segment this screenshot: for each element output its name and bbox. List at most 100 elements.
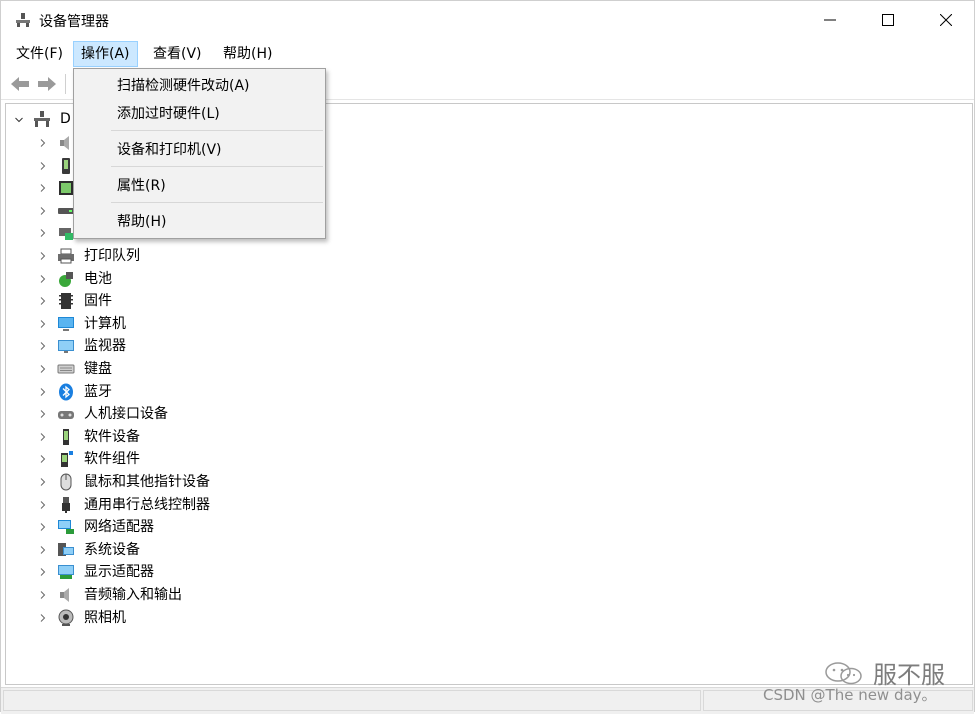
expand-chevron[interactable] <box>38 341 48 351</box>
menu-bar: 文件(F) 操作(A) 查看(V) 帮助(H) <box>1 40 974 68</box>
computer-icon <box>58 316 74 331</box>
expand-chevron[interactable] <box>38 432 48 442</box>
maximize-button[interactable] <box>859 1 917 39</box>
minimize-icon <box>824 19 836 21</box>
usb-icon <box>62 496 70 513</box>
tree-node-label[interactable]: 键盘 <box>84 359 112 379</box>
menu-separator <box>111 166 323 167</box>
menu-item-devices-and-printers[interactable]: 设备和打印机(V) <box>75 135 324 165</box>
watermark-credit: CSDN @The new day。 <box>763 686 937 704</box>
tree-node-label[interactable]: 蓝牙 <box>84 382 112 402</box>
menu-action[interactable]: 操作(A) <box>73 41 138 67</box>
back-button[interactable] <box>9 73 31 95</box>
maximize-icon <box>882 14 894 26</box>
expand-chevron[interactable] <box>38 613 48 623</box>
expand-chevron[interactable] <box>38 206 48 216</box>
status-pane-main <box>3 690 701 711</box>
expand-chevron[interactable] <box>38 274 48 284</box>
firmware-icon <box>59 293 73 310</box>
chevron-right-icon <box>40 478 46 486</box>
menu-item-properties[interactable]: 属性(R) <box>75 171 324 201</box>
chevron-right-icon <box>40 342 46 351</box>
menu-item-help[interactable]: 帮助(H) <box>75 207 324 237</box>
tree-node-label[interactable]: 软件设备 <box>84 427 140 447</box>
tree-root-label[interactable]: D <box>60 109 71 129</box>
tree-node-label[interactable]: 显示适配器 <box>84 562 154 582</box>
expand-chevron[interactable] <box>38 590 48 600</box>
expand-chevron[interactable] <box>38 545 48 555</box>
forward-arrow-icon <box>38 77 56 91</box>
expand-chevron[interactable] <box>38 319 48 329</box>
tree-node-label[interactable]: 固件 <box>84 291 112 311</box>
tree-node-label[interactable]: 照相机 <box>84 608 126 628</box>
chevron-right-icon <box>40 252 46 260</box>
tree-node-label[interactable]: 网络适配器 <box>84 517 154 537</box>
software-component-icon <box>61 451 73 468</box>
menu-help[interactable]: 帮助(H) <box>216 41 279 67</box>
menu-separator <box>111 130 323 131</box>
collapse-chevron[interactable] <box>14 115 24 125</box>
printer-icon <box>58 248 74 264</box>
keyboard-icon <box>57 364 75 374</box>
expand-chevron[interactable] <box>38 251 48 261</box>
expand-chevron[interactable] <box>38 364 48 374</box>
chevron-right-icon <box>40 523 46 532</box>
chevron-right-icon <box>40 184 46 193</box>
system-device-icon <box>58 542 74 556</box>
expand-chevron[interactable] <box>38 477 48 487</box>
title-bar: 设备管理器 <box>1 1 974 39</box>
menu-item-scan-hardware[interactable]: 扫描检测硬件改动(A) <box>75 71 324 101</box>
minimize-button[interactable] <box>801 1 859 39</box>
expand-chevron[interactable] <box>38 183 48 193</box>
expand-chevron[interactable] <box>38 454 48 464</box>
menu-file[interactable]: 文件(F) <box>9 41 70 67</box>
tree-node-label[interactable]: 人机接口设备 <box>84 404 168 424</box>
tree-node-label[interactable]: 电池 <box>84 269 112 289</box>
chevron-right-icon <box>40 410 46 419</box>
chevron-right-icon <box>40 613 46 622</box>
window-title: 设备管理器 <box>39 14 109 30</box>
expand-chevron[interactable] <box>38 500 48 510</box>
expand-chevron[interactable] <box>38 522 48 532</box>
menu-view[interactable]: 查看(V) <box>146 41 209 67</box>
chevron-right-icon <box>40 455 46 464</box>
expand-chevron[interactable] <box>38 296 48 306</box>
close-icon <box>940 14 952 26</box>
close-button[interactable] <box>917 1 975 39</box>
bluetooth-icon <box>59 383 73 401</box>
display-adapter-icon <box>58 565 74 580</box>
tree-node-label[interactable]: 监视器 <box>84 336 126 356</box>
tree-node-label[interactable]: 音频输入和输出 <box>84 585 182 605</box>
expand-chevron[interactable] <box>38 138 48 148</box>
action-menu-dropdown: 扫描检测硬件改动(A) 添加过时硬件(L) 设备和打印机(V) 属性(R) 帮助… <box>73 68 326 239</box>
camera-icon <box>58 609 74 626</box>
tree-node-label[interactable]: 计算机 <box>84 314 126 334</box>
hid-icon <box>58 411 74 420</box>
expand-chevron[interactable] <box>38 409 48 419</box>
expand-chevron[interactable] <box>38 228 48 238</box>
tree-node-label[interactable]: 通用串行总线控制器 <box>84 495 210 515</box>
expand-chevron[interactable] <box>38 567 48 577</box>
monitor-icon <box>58 340 74 354</box>
toolbar-separator <box>65 74 66 94</box>
chevron-right-icon <box>40 319 46 328</box>
forward-button[interactable] <box>36 73 58 95</box>
chevron-right-icon <box>40 568 46 577</box>
tree-node-label[interactable]: 软件组件 <box>84 449 140 469</box>
chevron-right-icon <box>40 387 46 396</box>
chevron-right-icon <box>40 161 46 170</box>
expand-chevron[interactable] <box>38 161 48 171</box>
computer-root-icon <box>34 111 50 127</box>
chevron-right-icon <box>40 206 46 215</box>
device-manager-icon <box>16 13 30 27</box>
expand-chevron[interactable] <box>38 387 48 397</box>
back-arrow-icon <box>11 77 29 91</box>
chevron-right-icon <box>40 139 46 147</box>
wechat-logo-icon <box>825 661 862 684</box>
tree-node-label[interactable]: 系统设备 <box>84 540 140 560</box>
chevron-right-icon <box>40 545 46 554</box>
tree-node-label[interactable]: 打印队列 <box>84 246 140 266</box>
chevron-right-icon <box>40 591 46 599</box>
tree-node-label[interactable]: 鼠标和其他指针设备 <box>84 472 210 492</box>
menu-item-add-legacy-hardware[interactable]: 添加过时硬件(L) <box>75 99 324 129</box>
